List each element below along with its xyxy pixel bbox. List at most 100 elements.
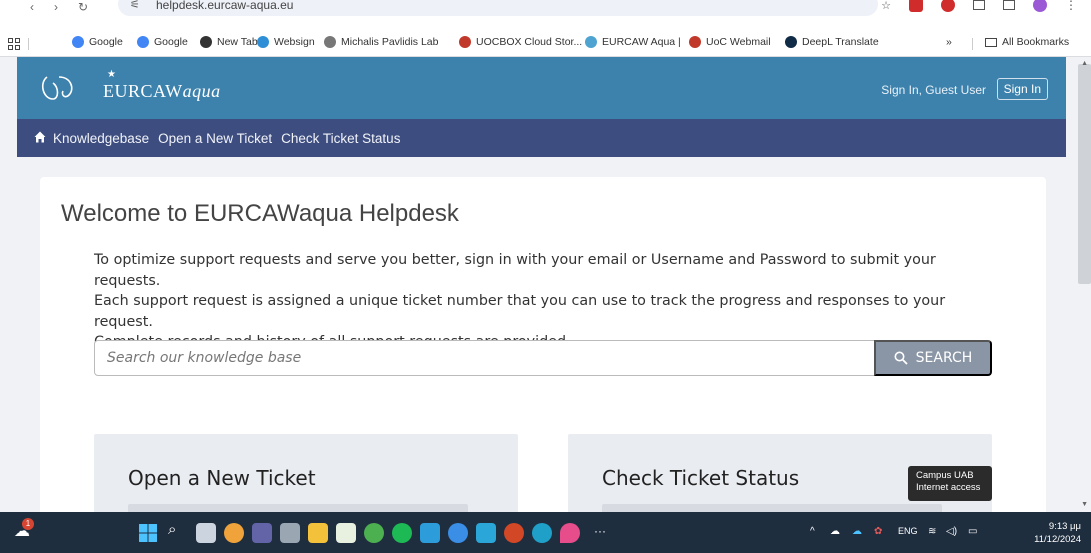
search-icon [894,351,908,365]
bookmark-item[interactable]: New Tab [200,36,258,48]
folder-icon [985,37,997,47]
drive-icon[interactable] [420,523,440,543]
logo-star-icon: ★ [107,69,116,80]
network-tooltip: Campus UAB Internet access [908,466,992,501]
profile-avatar-icon[interactable] [1033,0,1047,12]
menu-icon[interactable]: ⋮ [1065,0,1077,12]
spotify-icon[interactable] [392,523,412,543]
browser-nav-buttons: ‹ › ↻ [30,0,88,14]
address-bar-url: helpdesk.eurcaw-aqua.eu [156,0,294,12]
site-logo-text[interactable]: EURCAWaqua [103,81,221,102]
sign-in-button[interactable]: Sign In [996,78,1048,100]
clock-time: 9:13 μμ [1048,521,1081,532]
bookmark-favicon-icon [785,36,797,48]
download-icon[interactable] [1003,0,1015,10]
nav-knowledgebase[interactable]: Knowledgebase [53,131,149,146]
shield-extension-icon[interactable] [941,0,955,12]
extension-icons: ☆ ⋮ [881,0,1077,12]
open-ticket-heading: Open a New Ticket [128,466,316,490]
search-icon[interactable]: ⌕ [168,521,176,538]
bookmark-favicon-icon [200,36,212,48]
system-clock[interactable]: 9:13 μμ 11/12/2024 [1034,520,1081,546]
bookmark-label: UOCBOX Cloud Stor... [476,36,583,48]
forward-icon[interactable]: › [54,0,58,14]
scroll-up-arrow-icon[interactable]: ▲ [1081,60,1088,67]
powerpoint-icon[interactable] [504,523,524,543]
bookmarks-bar: Google Google New Tab Websign Michalis Pavli… [0,30,1091,57]
bookmark-star-icon[interactable]: ☆ [881,0,891,12]
bookmark-item[interactable]: Google [72,36,123,48]
logo-text-italic: aqua [182,81,221,101]
bookmark-label: Google [154,36,188,48]
bookmark-label: Google [89,36,123,48]
app-icon[interactable] [448,523,468,543]
calculator-icon[interactable] [280,523,300,543]
bookmark-favicon-icon [257,36,269,48]
app-icon[interactable] [560,523,580,543]
nav-check-status[interactable]: Check Ticket Status [281,131,400,146]
bookmark-item[interactable]: DeepL Translate [785,36,879,48]
chevron-up-icon[interactable]: ^ [810,526,815,537]
bookmark-favicon-icon [324,36,336,48]
back-icon[interactable]: ‹ [30,0,34,14]
home-icon[interactable] [34,131,46,143]
onedrive-icon[interactable]: ☁ [830,526,840,537]
windows-taskbar: ☁ ⌕ ··· ^ ☁ ☁ ✿ ENG ≋ ◁) ▭ 9:13 μμ 11/12… [0,512,1091,553]
bookmark-label: New Tab [217,36,258,48]
pdf-extension-icon[interactable] [909,0,923,12]
apps-grid-icon[interactable] [8,38,20,50]
bookmark-favicon-icon [137,36,149,48]
site-info-icon[interactable]: ⚟ [130,0,140,11]
battery-icon[interactable]: ▭ [968,526,977,537]
task-view-icon[interactable] [196,523,216,543]
site-nav: Knowledgebase Open a New Ticket Check Ti… [17,119,1066,157]
volume-icon[interactable]: ◁) [946,526,957,537]
search-button-label: SEARCH [915,350,973,366]
window-icon[interactable] [973,0,985,10]
file-explorer-icon[interactable] [308,523,328,543]
language-indicator[interactable]: ENG [898,526,918,536]
logo-text-main: EURCAW [103,81,183,101]
bookmark-item[interactable]: UOCBOX Cloud Stor... [459,36,582,48]
fish-logo-icon[interactable] [41,73,81,103]
bookmark-label: Michalis Pavlidis Lab [341,36,439,48]
open-ticket-panel[interactable]: Open a New Ticket [94,434,518,514]
tray-app-icon[interactable]: ✿ [874,526,882,537]
teams-icon[interactable] [252,523,272,543]
bookmarks-separator [28,38,29,50]
all-bookmarks-label: All Bookmarks [1002,36,1070,48]
search-button[interactable]: SEARCH [874,340,992,376]
bookmark-item[interactable]: Michalis Pavlidis Lab [324,36,438,48]
edge-icon[interactable] [532,523,552,543]
site-header: ★ EURCAWaqua Sign In, Guest User Sign In [17,57,1066,119]
onedrive-blue-icon[interactable]: ☁ [852,526,862,537]
more-apps-icon[interactable]: ··· [594,524,606,538]
scroll-down-arrow-icon[interactable]: ▼ [1081,501,1088,508]
bookmark-label: EURCAW Aqua | [602,36,681,48]
bookmark-item[interactable]: UoC Webmail [689,36,771,48]
guest-user-label: Sign In, Guest User [881,83,986,97]
nav-open-ticket[interactable]: Open a New Ticket [158,131,272,146]
knowledge-base-search-input[interactable] [94,340,875,376]
bookmark-favicon-icon [459,36,471,48]
widgets-icon[interactable] [224,523,244,543]
address-bar[interactable]: ⚟ helpdesk.eurcaw-aqua.eu [118,0,878,16]
bookmark-label: DeepL Translate [802,36,879,48]
bookmark-item[interactable]: Google [137,36,188,48]
windows-start-icon[interactable] [138,523,158,543]
bookmark-item[interactable]: EURCAW Aqua | [585,36,681,48]
notepad-icon[interactable] [336,523,356,543]
bookmark-favicon-icon [72,36,84,48]
app-icon[interactable] [476,523,496,543]
page-title: Welcome to EURCAWaqua Helpdesk [61,200,459,227]
all-bookmarks-button[interactable]: All Bookmarks [985,36,1069,48]
intro-line: Each support request is assigned a uniqu… [94,293,946,330]
chrome-icon[interactable] [364,523,384,543]
bookmark-item[interactable]: Websign [257,36,315,48]
bookmark-favicon-icon [585,36,597,48]
bookmarks-overflow[interactable]: » [946,36,952,48]
wifi-icon[interactable]: ≋ [928,526,936,537]
scrollbar-thumb[interactable] [1078,64,1091,284]
reload-icon[interactable]: ↻ [78,0,88,14]
bookmark-label: UoC Webmail [706,36,771,48]
